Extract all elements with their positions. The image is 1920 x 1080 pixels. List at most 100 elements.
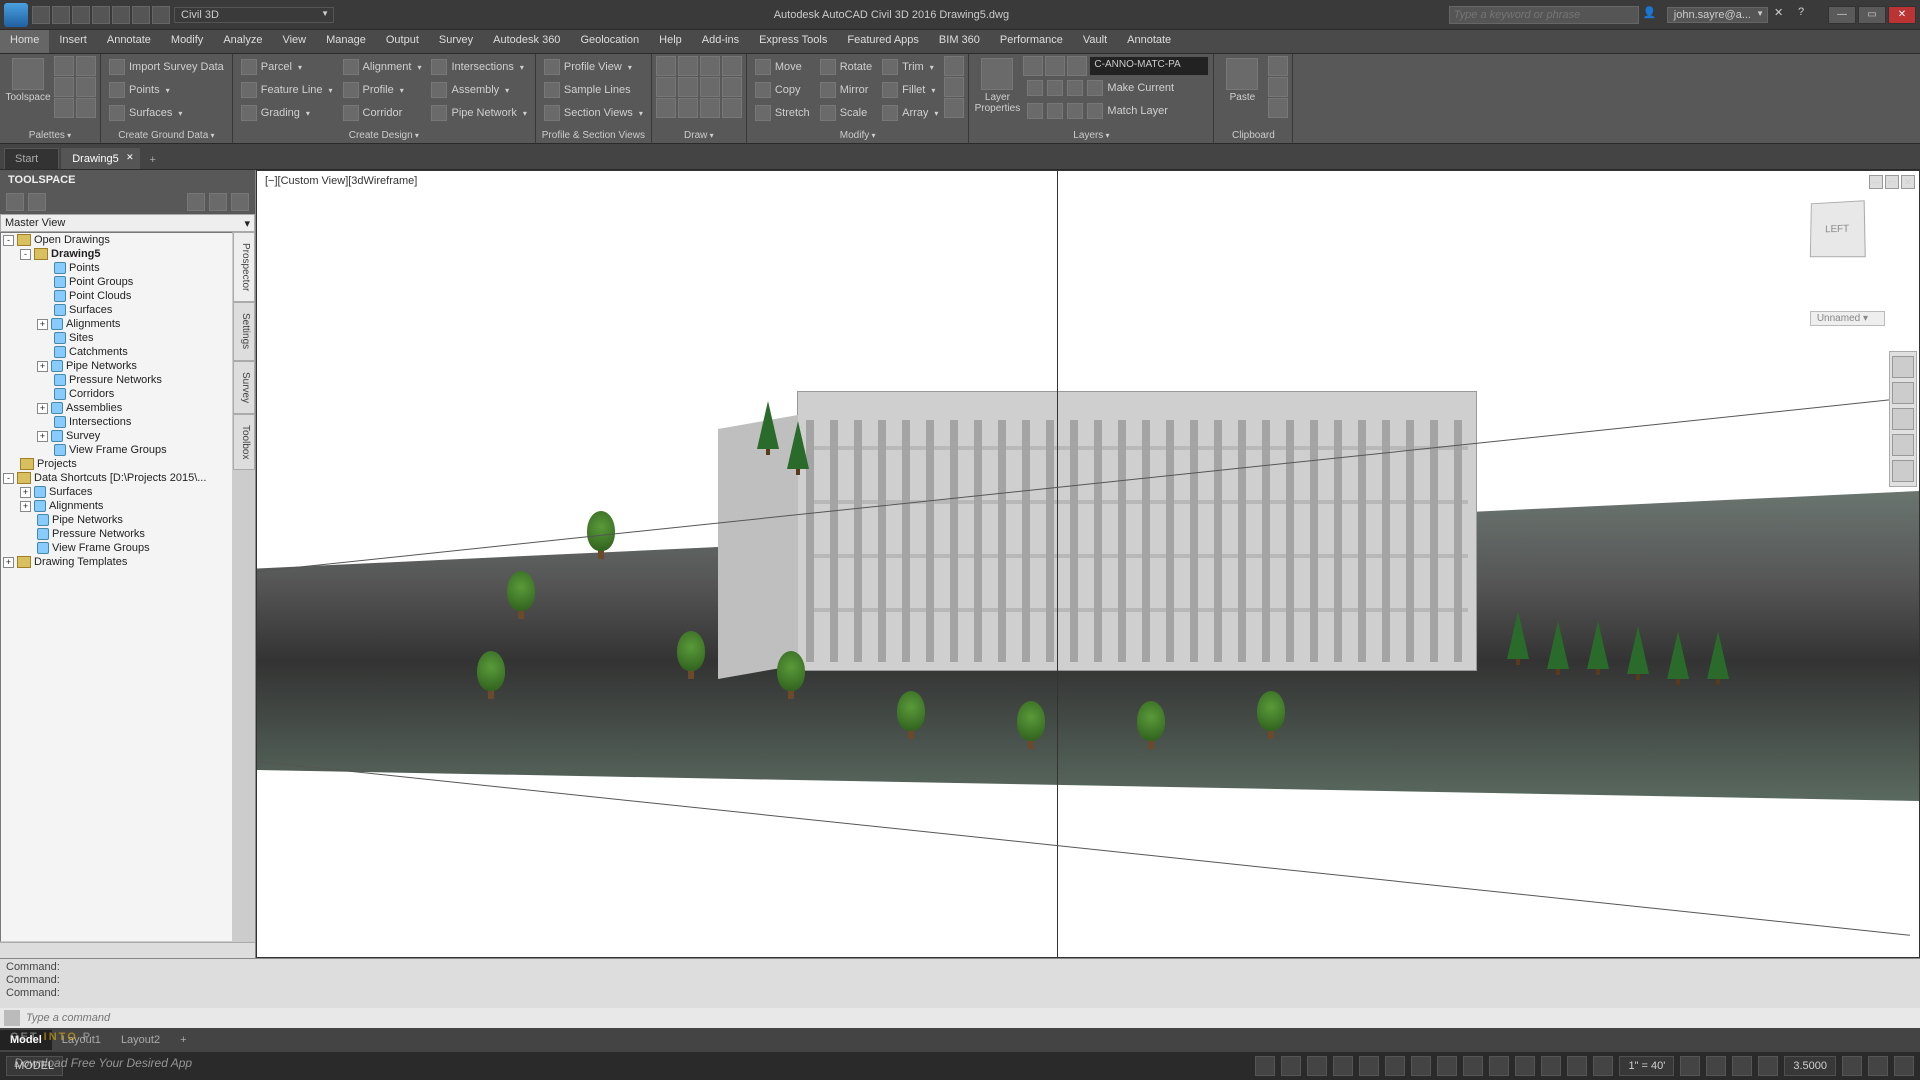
alignment-button[interactable]: Alignment	[339, 56, 426, 78]
viewport-min-icon[interactable]: —	[1869, 175, 1883, 189]
expand-icon[interactable]: +	[37, 431, 48, 442]
draw-icon[interactable]	[700, 98, 720, 118]
grading-button[interactable]: Grading	[237, 102, 337, 124]
tree-node[interactable]: Points	[1, 261, 232, 275]
expand-icon[interactable]: +	[37, 319, 48, 330]
3dosnap-icon[interactable]	[1515, 1056, 1535, 1076]
hatch-icon[interactable]	[678, 98, 698, 118]
rotate-button[interactable]: Rotate	[816, 56, 876, 78]
transparency-icon[interactable]	[1463, 1056, 1483, 1076]
layerstate-icon[interactable]	[1045, 56, 1065, 76]
draw-icon[interactable]	[722, 98, 742, 118]
help-search-input[interactable]	[1449, 6, 1639, 24]
status-icon[interactable]	[1732, 1056, 1752, 1076]
tree-node[interactable]: Intersections	[1, 415, 232, 429]
modify-icon[interactable]	[944, 98, 964, 118]
layout-tab-layout2[interactable]: Layout2	[111, 1030, 170, 1050]
visualstyle-dropdown[interactable]: Unnamed	[1810, 311, 1885, 326]
corridor-button[interactable]: Corridor	[339, 102, 426, 124]
ribbon-tab-express-tools[interactable]: Express Tools	[749, 30, 837, 53]
toolspace-button[interactable]: Toolspace	[4, 56, 52, 105]
gizmo-icon[interactable]	[1593, 1056, 1613, 1076]
close-tab-icon[interactable]: ✕	[126, 152, 134, 163]
sectionviews-button[interactable]: Section Views	[540, 102, 647, 124]
circle-icon[interactable]	[656, 77, 676, 97]
help-icon[interactable]	[231, 193, 249, 211]
toolspace-tab-toolbox[interactable]: Toolbox	[233, 414, 255, 470]
tree-node[interactable]: Pipe Networks	[1, 513, 232, 527]
prospector-tree[interactable]: -Open Drawings-Drawing5PointsPoint Group…	[0, 232, 233, 942]
ribbon-tab-geolocation[interactable]: Geolocation	[570, 30, 649, 53]
tree-node[interactable]: +Drawing Templates	[1, 555, 232, 569]
expand-icon[interactable]: +	[37, 361, 48, 372]
ribbon-tab-vault[interactable]: Vault	[1073, 30, 1117, 53]
tree-node[interactable]: Catchments	[1, 345, 232, 359]
surfaces-button[interactable]: Surfaces	[105, 102, 228, 124]
tree-node[interactable]: -Open Drawings	[1, 233, 232, 247]
palette-icon[interactable]	[76, 98, 96, 118]
tree-node[interactable]: Pressure Networks	[1, 373, 232, 387]
close-button[interactable]: ✕	[1888, 6, 1916, 24]
toolspace-icon[interactable]	[187, 193, 205, 211]
command-input[interactable]	[24, 1010, 1916, 1026]
makecurrent-button[interactable]: Make Current	[1023, 77, 1209, 99]
status-icon[interactable]	[1758, 1056, 1778, 1076]
expand-icon[interactable]: +	[3, 557, 14, 568]
arc-icon[interactable]	[700, 56, 720, 76]
tree-node[interactable]: +Alignments	[1, 499, 232, 513]
layer-dropdown[interactable]: C-ANNO-MATC-PA	[1089, 56, 1209, 76]
toolspace-icon[interactable]	[6, 193, 24, 211]
drawing-viewport[interactable]: [−][Custom View][3dWireframe] — ▭ ✕ LEFT…	[256, 170, 1920, 958]
import-survey-button[interactable]: Import Survey Data	[105, 56, 228, 78]
annotation-scale[interactable]: 1" = 40'	[1619, 1056, 1674, 1076]
viewcube[interactable]: LEFT	[1809, 201, 1879, 271]
viewport-max-icon[interactable]: ▭	[1885, 175, 1899, 189]
intersections-button[interactable]: Intersections	[427, 56, 530, 78]
viewport-close-icon[interactable]: ✕	[1901, 175, 1915, 189]
maximize-button[interactable]: ▭	[1858, 6, 1886, 24]
parcel-button[interactable]: Parcel	[237, 56, 337, 78]
decimal-readout[interactable]: 3.5000	[1784, 1056, 1836, 1076]
palette-icon[interactable]	[76, 56, 96, 76]
ribbon-tab-view[interactable]: View	[272, 30, 316, 53]
ribbon-tab-survey[interactable]: Survey	[429, 30, 483, 53]
qat-saveas-icon[interactable]	[92, 6, 110, 24]
scale-button[interactable]: Scale	[816, 102, 876, 124]
expand-icon[interactable]: +	[37, 403, 48, 414]
profile-button[interactable]: Profile	[339, 79, 426, 101]
zoom-icon[interactable]	[1892, 408, 1914, 430]
grid-icon[interactable]	[1255, 1056, 1275, 1076]
cycling-icon[interactable]	[1489, 1056, 1509, 1076]
status-icon[interactable]	[1706, 1056, 1726, 1076]
copy-icon[interactable]	[1268, 77, 1288, 97]
ribbon-tab-insert[interactable]: Insert	[49, 30, 97, 53]
minimize-button[interactable]: —	[1828, 6, 1856, 24]
showmotion-icon[interactable]	[1892, 460, 1914, 482]
ribbon-tab-bim-360[interactable]: BIM 360	[929, 30, 990, 53]
view-filter-dropdown[interactable]: Master View	[0, 214, 255, 232]
workspace-dropdown[interactable]: Civil 3D	[174, 7, 334, 23]
draw-icon[interactable]	[722, 77, 742, 97]
tree-node[interactable]: View Frame Groups	[1, 541, 232, 555]
paste-button[interactable]: Paste	[1218, 56, 1266, 105]
help-icon[interactable]: ?	[1798, 6, 1816, 24]
rect-icon[interactable]	[678, 77, 698, 97]
qat-open-icon[interactable]	[52, 6, 70, 24]
points-button[interactable]: Points	[105, 79, 228, 101]
tree-node[interactable]: +Survey	[1, 429, 232, 443]
tree-node[interactable]: +Surfaces	[1, 485, 232, 499]
toolspace-tab-survey[interactable]: Survey	[233, 361, 255, 414]
copy-button[interactable]: Copy	[751, 79, 814, 101]
add-layout-button[interactable]: +	[170, 1030, 196, 1050]
featureline-button[interactable]: Feature Line	[237, 79, 337, 101]
tree-node[interactable]: Projects	[1, 457, 232, 471]
command-history[interactable]: Command:Command:Command:	[0, 959, 1920, 1008]
tree-node[interactable]: Corridors	[1, 387, 232, 401]
ribbon-tab-annotate[interactable]: Annotate	[1117, 30, 1181, 53]
fillet-button[interactable]: Fillet	[878, 79, 942, 101]
profileview-button[interactable]: Profile View	[540, 56, 647, 78]
exchange-icon[interactable]: ✕	[1774, 6, 1792, 24]
toolspace-icon[interactable]	[209, 193, 227, 211]
group-label[interactable]: Layers	[973, 129, 1209, 143]
qat-new-icon[interactable]	[32, 6, 50, 24]
